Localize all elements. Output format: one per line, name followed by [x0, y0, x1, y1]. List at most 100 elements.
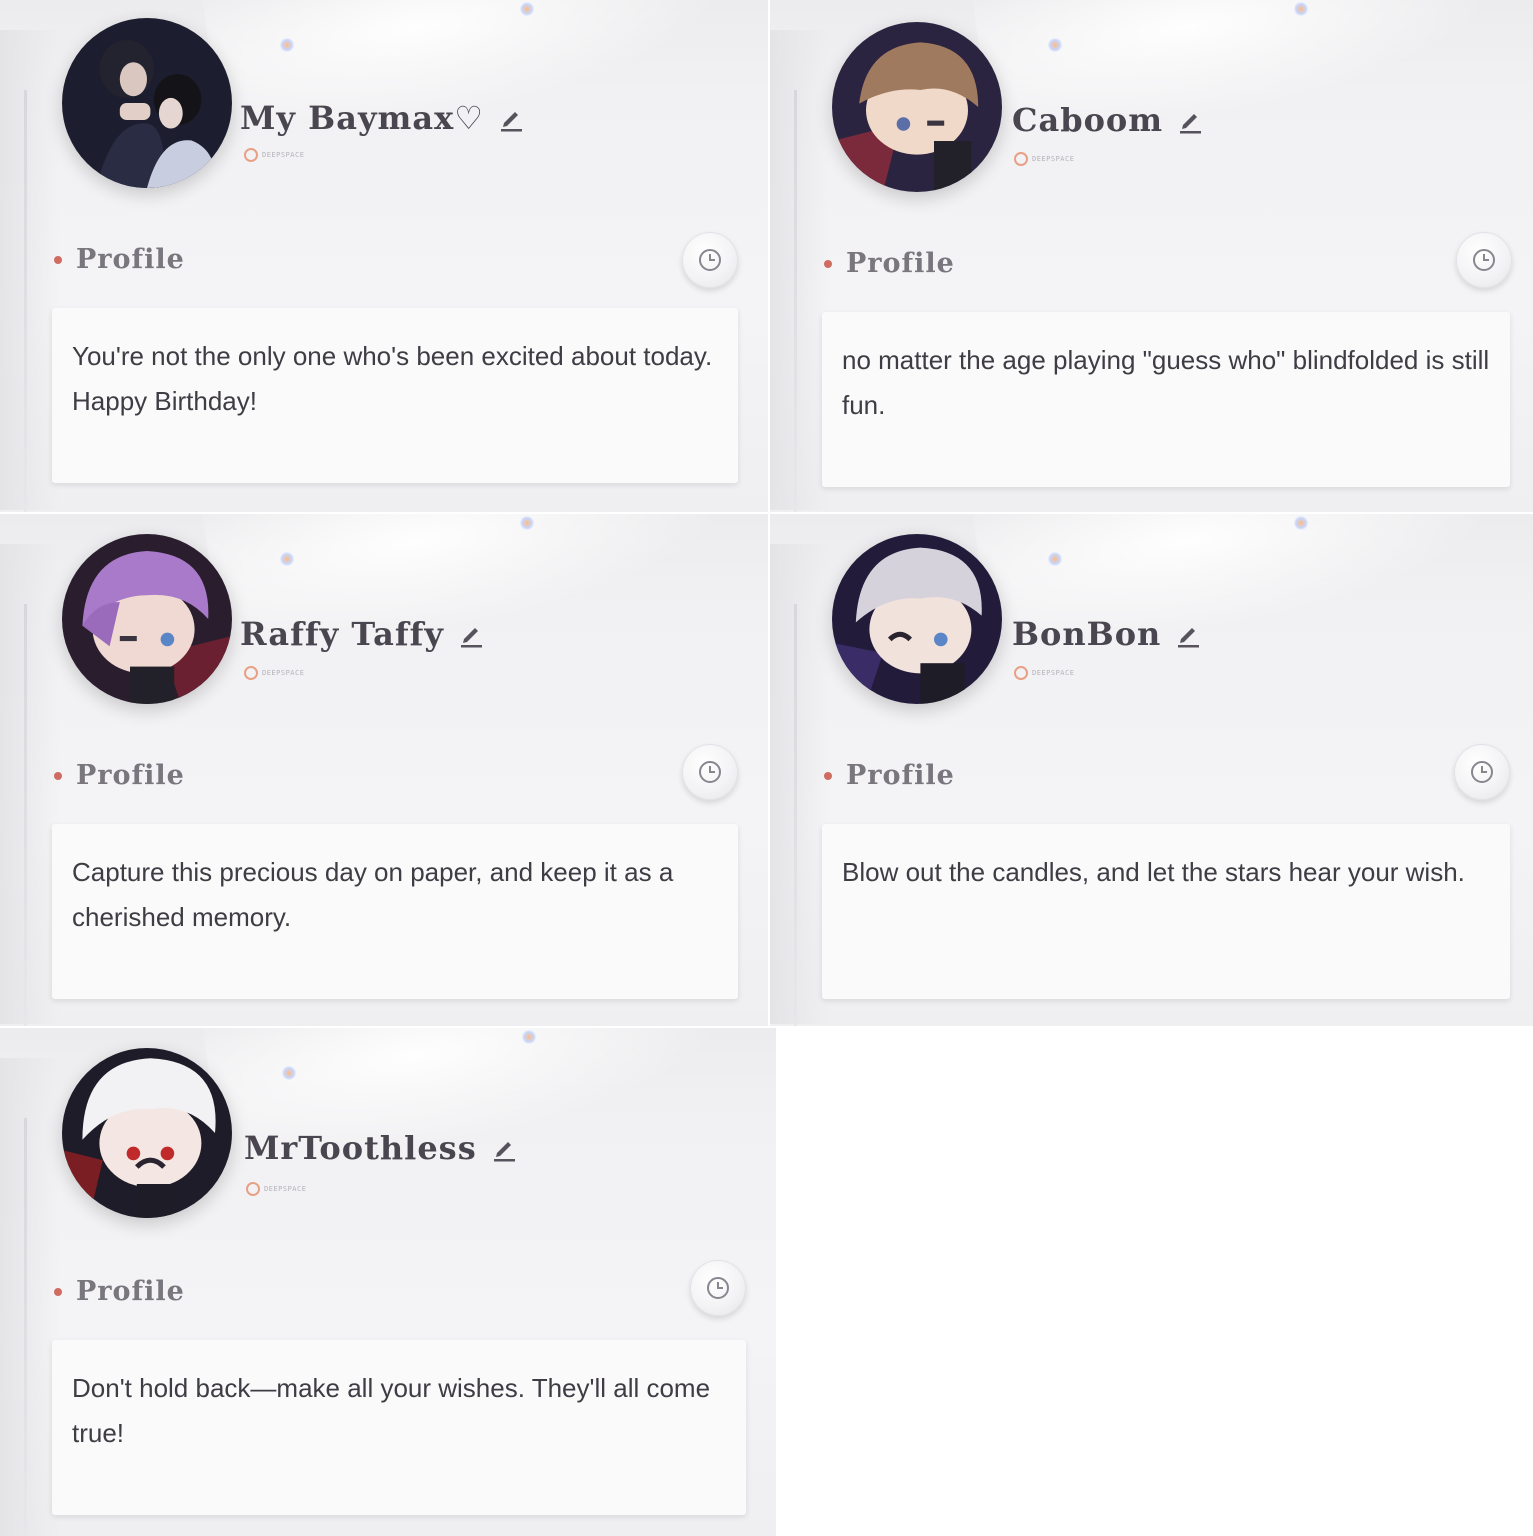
- history-clock-icon: [1473, 249, 1495, 271]
- profile-name: Raffy Taffy: [240, 615, 444, 653]
- message-text: Blow out the candles, and let the stars …: [842, 857, 1465, 887]
- couple-photo-avatar: [62, 18, 232, 188]
- background-streak: [0, 544, 60, 1024]
- avatar[interactable]: [62, 534, 232, 704]
- brown-hair-chibi-avatar: [832, 22, 1002, 192]
- sparkle-decoration: [280, 38, 294, 52]
- sub-row: DEEPSPACE: [244, 666, 304, 680]
- card-frame-line: [794, 90, 797, 512]
- sparkle-decoration: [280, 552, 294, 566]
- profile-name: My Baymax♡: [240, 99, 484, 137]
- bullet-dot-icon: [54, 255, 62, 264]
- message-box: Capture this precious day on paper, and …: [52, 824, 738, 999]
- profile-card-2: Caboom DEEPSPACE Profile no matter the a…: [770, 0, 1533, 512]
- message-box: no matter the age playing "guess who" bl…: [822, 312, 1510, 487]
- bullet-dot-icon: [54, 1287, 62, 1296]
- edit-pencil-icon[interactable]: [456, 619, 486, 649]
- profile-heading: Profile: [824, 248, 955, 279]
- name-row: BonBon: [1012, 612, 1203, 656]
- sub-label: DEEPSPACE: [1032, 669, 1075, 677]
- sub-row: DEEPSPACE: [1014, 152, 1074, 166]
- background-streak: [770, 30, 830, 510]
- name-row: MrToothless: [244, 1126, 519, 1170]
- history-button[interactable]: [1456, 232, 1512, 288]
- edit-pencil-icon[interactable]: [489, 1133, 519, 1163]
- profile-name: Caboom: [1012, 101, 1164, 139]
- sparkle-decoration: [520, 516, 534, 530]
- message-box: You're not the only one who's been excit…: [52, 308, 738, 483]
- sub-label: DEEPSPACE: [262, 151, 305, 159]
- profile-heading: Profile: [54, 244, 185, 275]
- background-streak: [0, 30, 60, 510]
- history-button[interactable]: [682, 744, 738, 800]
- message-box: Blow out the candles, and let the stars …: [822, 824, 1510, 999]
- profile-card-4: BonBon DEEPSPACE Profile Blow out the ca…: [770, 514, 1533, 1026]
- name-row: Caboom: [1012, 98, 1205, 142]
- card-frame-line: [24, 604, 27, 1026]
- sparkle-decoration: [1048, 38, 1062, 52]
- background-streak: [770, 544, 830, 1024]
- profile-name: MrToothless: [244, 1129, 477, 1167]
- edit-pencil-icon[interactable]: [496, 103, 526, 133]
- sub-label: DEEPSPACE: [262, 669, 305, 677]
- sparkle-decoration: [1048, 552, 1062, 566]
- profile-label: Profile: [76, 760, 185, 791]
- profile-heading: Profile: [54, 760, 185, 791]
- name-row: My Baymax♡: [240, 96, 526, 140]
- profile-label: Profile: [846, 248, 955, 279]
- deepspace-logo-icon: [244, 666, 258, 680]
- white-hair-chibi-avatar: [62, 1048, 232, 1218]
- background-streak: [0, 1058, 60, 1536]
- bullet-dot-icon: [54, 771, 62, 780]
- profile-card-1: My Baymax♡ DEEPSPACE Profile You're not …: [0, 0, 768, 512]
- profile-label: Profile: [76, 244, 185, 275]
- profile-card-3: Raffy Taffy DEEPSPACE Profile Capture th…: [0, 514, 768, 1026]
- history-clock-icon: [1471, 761, 1493, 783]
- bullet-dot-icon: [824, 259, 832, 268]
- history-clock-icon: [699, 761, 721, 783]
- message-text: Don't hold back—make all your wishes. Th…: [72, 1373, 711, 1448]
- deepspace-logo-icon: [1014, 666, 1028, 680]
- profile-label: Profile: [846, 760, 955, 791]
- sparkle-decoration: [1294, 516, 1308, 530]
- sparkle-decoration: [282, 1066, 296, 1080]
- sub-label: DEEPSPACE: [1032, 155, 1075, 163]
- avatar[interactable]: [832, 534, 1002, 704]
- edit-pencil-icon[interactable]: [1173, 619, 1203, 649]
- profile-label: Profile: [76, 1276, 185, 1307]
- silver-hair-chibi-avatar: [832, 534, 1002, 704]
- card-frame-line: [794, 604, 797, 1026]
- card-frame-line: [24, 90, 27, 512]
- sparkle-decoration: [1294, 2, 1308, 16]
- avatar[interactable]: [62, 18, 232, 188]
- deepspace-logo-icon: [244, 148, 258, 162]
- message-text: Capture this precious day on paper, and …: [72, 857, 674, 932]
- sub-row: DEEPSPACE: [246, 1182, 306, 1196]
- history-button[interactable]: [1454, 744, 1510, 800]
- profile-heading: Profile: [54, 1276, 185, 1307]
- bullet-dot-icon: [824, 771, 832, 780]
- history-button[interactable]: [690, 1260, 746, 1316]
- deepspace-logo-icon: [246, 1182, 260, 1196]
- profile-card-5: MrToothless DEEPSPACE Profile Don't hold…: [0, 1028, 776, 1536]
- profile-heading: Profile: [824, 760, 955, 791]
- sub-row: DEEPSPACE: [244, 148, 304, 162]
- avatar[interactable]: [62, 1048, 232, 1218]
- card-frame-line: [24, 1118, 27, 1536]
- history-button[interactable]: [682, 232, 738, 288]
- avatar[interactable]: [832, 22, 1002, 192]
- purple-hair-chibi-avatar: [62, 534, 232, 704]
- deepspace-logo-icon: [1014, 152, 1028, 166]
- sub-label: DEEPSPACE: [264, 1185, 307, 1193]
- sparkle-decoration: [520, 2, 534, 16]
- message-text: no matter the age playing "guess who" bl…: [842, 345, 1490, 420]
- history-clock-icon: [699, 249, 721, 271]
- name-row: Raffy Taffy: [240, 612, 486, 656]
- edit-pencil-icon[interactable]: [1175, 105, 1205, 135]
- message-text: You're not the only one who's been excit…: [72, 341, 713, 416]
- profile-name: BonBon: [1012, 615, 1162, 653]
- sparkle-decoration: [522, 1030, 536, 1044]
- history-clock-icon: [707, 1277, 729, 1299]
- sub-row: DEEPSPACE: [1014, 666, 1074, 680]
- message-box: Don't hold back—make all your wishes. Th…: [52, 1340, 746, 1515]
